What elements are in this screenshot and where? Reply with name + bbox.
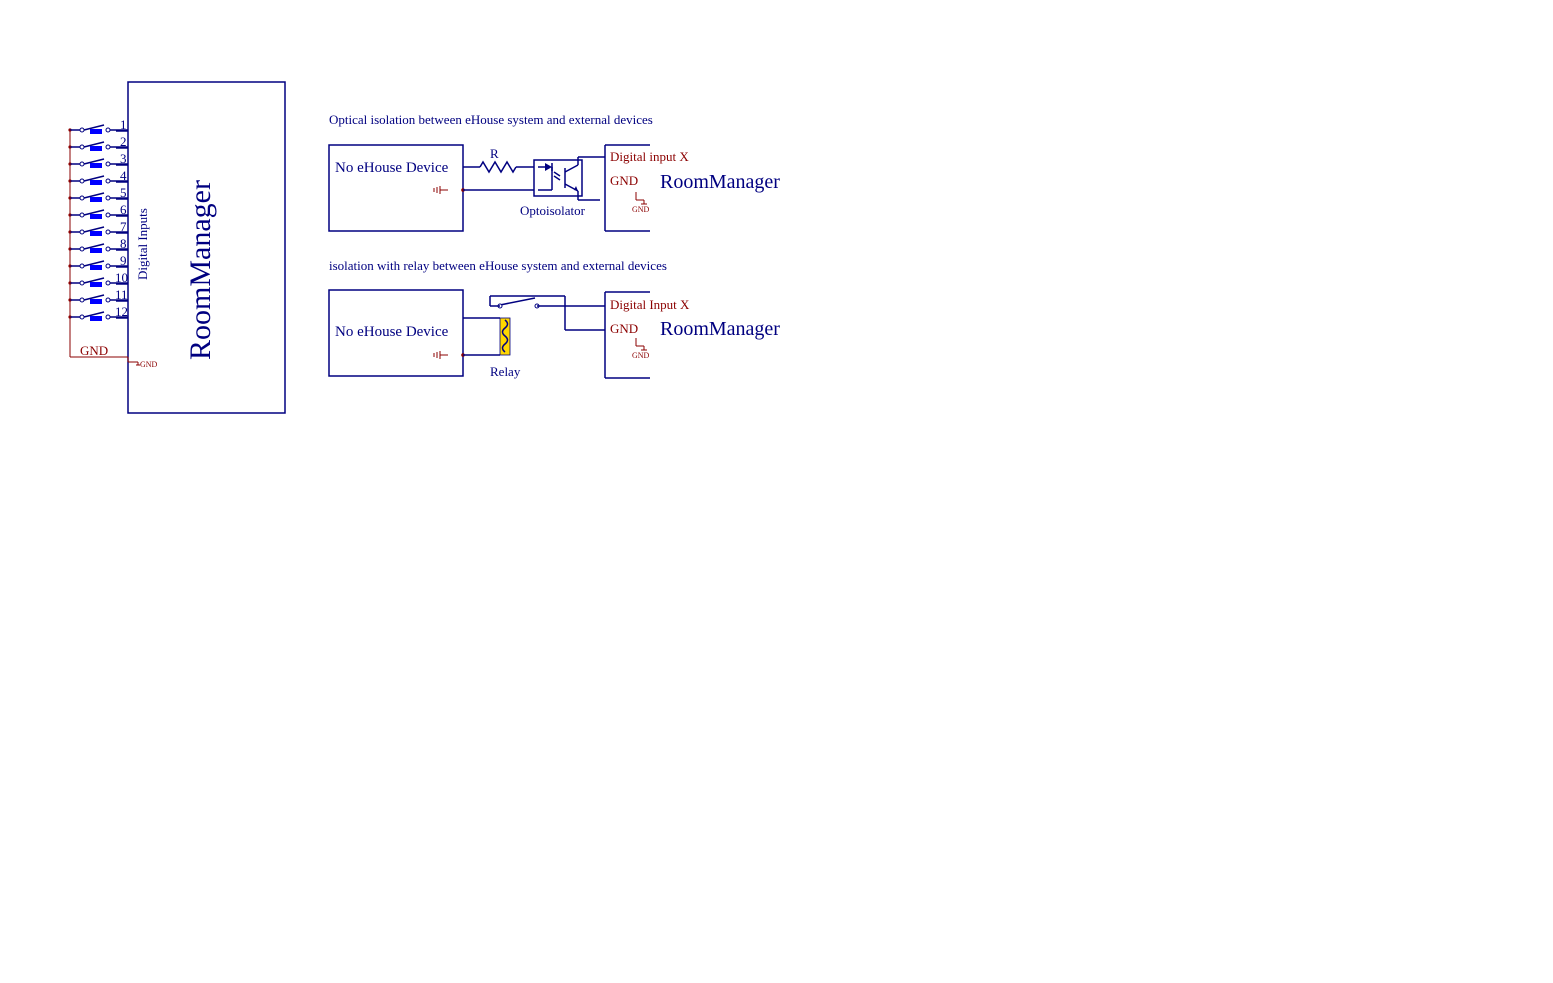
- relay-device-label: No eHouse Device: [335, 324, 449, 340]
- relay-gnd-label: GND: [610, 321, 638, 336]
- switch-icon: [90, 316, 102, 321]
- pin-number: 10: [115, 270, 128, 285]
- switch-row: 1: [68, 117, 128, 134]
- switch-icon: [90, 282, 102, 287]
- opto-gnd-label: GND: [610, 173, 638, 188]
- opto-gnd-small: GND: [632, 205, 650, 214]
- switch-icon: [90, 163, 102, 168]
- switch-row: 11: [68, 287, 128, 304]
- gnd-label: GND: [80, 343, 108, 358]
- switch-icon: [90, 231, 102, 236]
- pin-number: 9: [120, 253, 127, 268]
- pin-number: 2: [120, 134, 127, 149]
- pin-number: 5: [120, 185, 127, 200]
- roommanager-main-block: RoomManager Digital Inputs 1234567891011…: [68, 82, 285, 413]
- pin-number: 7: [120, 219, 127, 234]
- relay-pin-label: Digital Input X: [610, 297, 690, 312]
- pin-number: 3: [120, 151, 127, 166]
- switch-row: 10: [68, 270, 128, 287]
- pin-number: 12: [115, 304, 128, 319]
- gnd-small: GND: [140, 360, 158, 369]
- switch-row: 8: [68, 236, 128, 253]
- opto-pin-label: Digital input X: [610, 149, 689, 164]
- opto-caption: Optical isolation between eHouse system …: [329, 112, 653, 127]
- pin-number: 4: [120, 168, 127, 183]
- relay-section: isolation with relay between eHouse syst…: [329, 258, 780, 379]
- relay-caption: isolation with relay between eHouse syst…: [329, 258, 667, 273]
- switch-row: 4: [68, 168, 128, 185]
- switch-row: 6: [68, 202, 128, 219]
- switch-row: 2: [68, 134, 128, 151]
- opto-section: Optical isolation between eHouse system …: [329, 112, 780, 231]
- switch-icon: [90, 129, 102, 134]
- resistor-label: R: [490, 146, 499, 161]
- switch-icon: [90, 299, 102, 304]
- switch-icon: [90, 265, 102, 270]
- relay-component-label: Relay: [490, 364, 521, 379]
- switch-row: 3: [68, 151, 128, 168]
- opto-rm-title: RoomManager: [660, 171, 780, 193]
- switch-icon: [90, 214, 102, 219]
- switch-row: 7: [68, 219, 128, 236]
- switch-icon: [90, 146, 102, 151]
- switch-icon: [90, 248, 102, 253]
- switch-icon: [90, 180, 102, 185]
- switch-row: 12: [68, 304, 128, 321]
- switch-icon: [90, 197, 102, 202]
- opto-device-label: No eHouse Device: [335, 160, 449, 176]
- switch-row: 5: [68, 185, 128, 202]
- pin-number: 8: [120, 236, 127, 251]
- roommanager-title: RoomManager: [184, 180, 217, 360]
- pin-number: 6: [120, 202, 127, 217]
- pin-number: 1: [120, 117, 127, 132]
- digital-inputs-label: Digital Inputs: [135, 208, 150, 280]
- relay-gnd-small: GND: [632, 351, 650, 360]
- schematic-diagram: RoomManager Digital Inputs 1234567891011…: [0, 0, 1553, 983]
- relay-rm-title: RoomManager: [660, 318, 780, 340]
- switch-row: 9: [68, 253, 128, 270]
- opto-component-label: Optoisolator: [520, 203, 586, 218]
- pin-number: 11: [115, 287, 128, 302]
